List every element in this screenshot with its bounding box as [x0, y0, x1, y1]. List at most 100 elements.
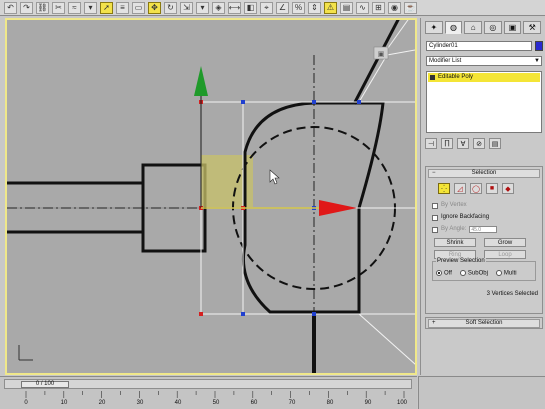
angle-snap-icon[interactable]: ∠: [276, 1, 289, 14]
preview-selection-group: Preview Selection Off SubObj Multi: [432, 258, 536, 281]
scale-icon[interactable]: ⇲: [180, 1, 193, 14]
select-icon[interactable]: ➚: [100, 1, 113, 14]
remove-modifier-icon[interactable]: ⊘: [473, 138, 485, 149]
undo-icon[interactable]: ↶: [4, 1, 17, 14]
named-sel-icon[interactable]: ⚠: [324, 1, 337, 14]
command-panel-tabs: ✦ ◍ ⌂ ◎ ▣ ⚒: [425, 21, 542, 35]
preview-selection-label: Preview Selection: [436, 258, 486, 264]
object-name-field[interactable]: Cylinder01: [426, 41, 532, 51]
bind-icon[interactable]: ≈: [68, 1, 81, 14]
soft-selection-title: Soft Selection: [465, 320, 503, 326]
loop-button[interactable]: Loop: [484, 250, 526, 259]
by-vertex-row[interactable]: By Vertex: [432, 201, 467, 210]
ignore-backfacing-checkbox[interactable]: [432, 214, 438, 221]
preview-subobj-option[interactable]: SubObj: [459, 270, 488, 277]
preview-multi-option[interactable]: Multi: [495, 270, 517, 277]
snap-icon[interactable]: ⌖: [260, 1, 273, 14]
border-mode-icon[interactable]: ◯: [470, 183, 482, 194]
tab-hierarchy[interactable]: ⌂: [464, 21, 483, 34]
align-icon[interactable]: ◧: [244, 1, 257, 14]
tab-utilities[interactable]: ⚒: [523, 21, 542, 34]
by-angle-row[interactable]: By Angle: 45.0: [432, 225, 498, 234]
shrink-button[interactable]: Shrink: [434, 238, 476, 247]
soft-selection-rollout[interactable]: + Soft Selection: [425, 317, 543, 329]
time-controls-area: [418, 376, 545, 409]
preview-off-label: Off: [444, 270, 452, 277]
tab-create[interactable]: ✦: [425, 21, 443, 34]
expand-icon: +: [432, 320, 436, 326]
render-icon[interactable]: ☕: [404, 1, 417, 14]
tick-label-100: 100: [396, 400, 408, 406]
diagonal-arm: [352, 20, 400, 105]
radio-icon: [495, 270, 502, 276]
select-by-name-icon[interactable]: ≡: [116, 1, 129, 14]
viewport-top[interactable]: ▣: [5, 18, 417, 375]
by-angle-label: By Angle:: [441, 226, 467, 232]
tick-label-0: 0: [24, 400, 28, 406]
preview-selection-radios: Off SubObj Multi: [436, 270, 517, 277]
tick-label-70: 70: [288, 400, 296, 406]
tick-label-20: 20: [98, 400, 106, 406]
tick-label-60: 60: [250, 400, 258, 406]
time-slider-thumb[interactable]: 0 / 100: [21, 381, 69, 388]
ignore-backfacing-row[interactable]: Ignore Backfacing: [432, 213, 489, 222]
stack-tools: ⊣ ∏ ∀ ⊘ ▤: [425, 138, 543, 150]
by-angle-checkbox[interactable]: [432, 226, 438, 233]
viewcube-glyph: ▣: [378, 50, 385, 58]
configure-sets-icon[interactable]: ▤: [489, 138, 501, 149]
stack-item-editable-poly[interactable]: Editable Poly: [428, 73, 540, 82]
radio-icon: [436, 270, 442, 276]
polygon-mode-icon[interactable]: ■: [486, 183, 498, 194]
mirror-icon[interactable]: ⟷: [228, 1, 241, 14]
soft-selection-header[interactable]: + Soft Selection: [428, 319, 540, 328]
preview-off-option[interactable]: Off: [436, 270, 452, 277]
pivot-icon[interactable]: ◈: [212, 1, 225, 14]
material-icon[interactable]: ◉: [388, 1, 401, 14]
coord-icon[interactable]: ▾: [196, 1, 209, 14]
vertex-mode-icon[interactable]: ⁛: [438, 183, 450, 194]
element-mode-icon[interactable]: ◆: [502, 183, 514, 194]
select-filter-icon[interactable]: ▾: [84, 1, 97, 14]
make-unique-icon[interactable]: ∀: [457, 138, 469, 149]
region-icon[interactable]: ▭: [132, 1, 145, 14]
move-icon[interactable]: ✥: [148, 1, 161, 14]
tab-modify[interactable]: ◍: [444, 21, 463, 34]
redo-icon[interactable]: ↷: [20, 1, 33, 14]
timeline-ruler[interactable]: 0 10 20 30 40 50 60 70 80 90 100: [4, 391, 412, 409]
modifier-list-dropdown[interactable]: Modifier List ▼: [426, 56, 542, 66]
main-toolbar: ↶ ↷ ⛓ ✂ ≈ ▾ ➚ ≡ ▭ ✥ ↻ ⇲ ▾ ◈ ⟷ ◧ ⌖ ∠ % ⇕ …: [0, 0, 545, 16]
tick-label-80: 80: [326, 400, 334, 406]
unlink-icon[interactable]: ✂: [52, 1, 65, 14]
ignore-backfacing-label: Ignore Backfacing: [441, 214, 490, 220]
gizmo-y-arrow: [194, 66, 208, 96]
by-vertex-checkbox[interactable]: [432, 202, 438, 209]
schematic-icon[interactable]: ⊞: [372, 1, 385, 14]
tick-label-40: 40: [174, 400, 182, 406]
object-color-swatch[interactable]: [535, 41, 543, 51]
selection-rollout-header[interactable]: − Selection: [428, 169, 540, 178]
pin-stack-icon[interactable]: ⊣: [425, 138, 437, 149]
viewport-canvas: ▣: [7, 20, 415, 373]
curve-editor-icon[interactable]: ∿: [356, 1, 369, 14]
tab-display[interactable]: ▣: [503, 21, 522, 34]
collapse-icon: −: [432, 170, 436, 176]
subobject-modes: ⁛ ◿ ◯ ■ ◆: [438, 183, 514, 194]
grow-button[interactable]: Grow: [484, 238, 526, 247]
tab-motion[interactable]: ◎: [484, 21, 502, 34]
edge-mode-icon[interactable]: ◿: [454, 183, 466, 194]
by-vertex-label: By Vertex: [441, 202, 467, 208]
tick-label-10: 10: [60, 400, 68, 406]
timeline: 0 / 100 0 10 20 30 40 50 60 70 80 90 100: [0, 376, 417, 409]
time-slider[interactable]: 0 / 100: [4, 379, 412, 389]
layer-icon[interactable]: ▤: [340, 1, 353, 14]
rotate-icon[interactable]: ↻: [164, 1, 177, 14]
by-angle-spinner[interactable]: 45.0: [469, 226, 498, 233]
show-end-result-icon[interactable]: ∏: [441, 138, 453, 149]
chevron-down-icon: ▼: [534, 58, 540, 64]
expand-icon: [430, 75, 435, 80]
gizmo-x-arrow: [319, 200, 357, 216]
spinner-snap-icon[interactable]: ⇕: [308, 1, 321, 14]
stack-item-label: Editable Poly: [438, 74, 474, 80]
link-icon[interactable]: ⛓: [36, 1, 49, 14]
percent-snap-icon[interactable]: %: [292, 1, 305, 14]
